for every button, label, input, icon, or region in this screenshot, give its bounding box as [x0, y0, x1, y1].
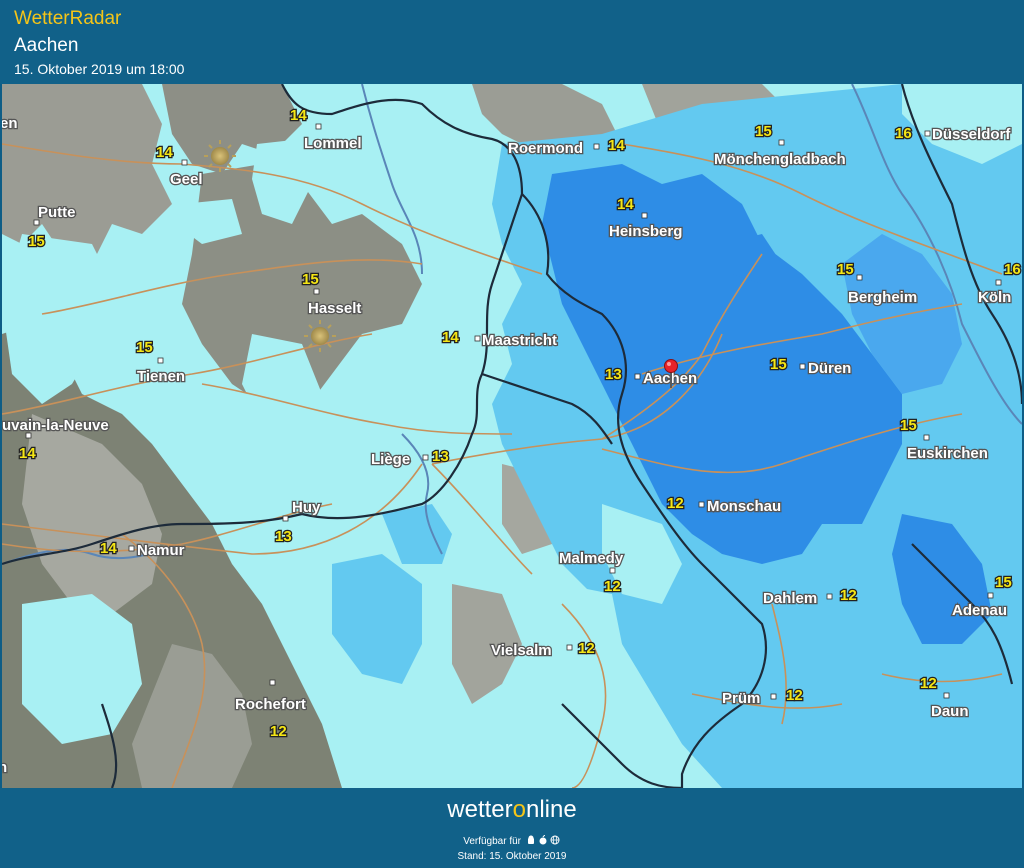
logo-part: o [512, 796, 526, 823]
city-label: Tienen [137, 368, 185, 385]
city-label: Lommel [304, 135, 362, 152]
platform-icons [527, 835, 560, 845]
temp-label: 15 [136, 339, 153, 356]
temp-label: 13 [605, 366, 622, 383]
temp-label: 15 [995, 574, 1012, 591]
city-label: Namur [137, 542, 185, 559]
temp-label: 14 [100, 540, 117, 557]
city-label: Dahlem [763, 590, 817, 607]
city-label: Düren [808, 360, 851, 377]
city-label: Rochefort [235, 696, 306, 713]
temp-label: 14 [19, 445, 36, 462]
city-label: Monschau [707, 498, 781, 515]
temp-label: 14 [608, 137, 625, 154]
city-label: Daun [931, 703, 969, 720]
forecast-datetime: 15. Oktober 2019 um 18:00 [14, 61, 185, 77]
city-label: Roermond [508, 140, 583, 157]
temp-label: 15 [837, 261, 854, 278]
city-label: Liège [371, 451, 410, 468]
availability-text: Verfügbar für [463, 836, 522, 847]
temp-label: 14 [442, 329, 459, 346]
city-label: Bergheim [848, 289, 917, 306]
city-label: Düsseldorf [932, 126, 1011, 143]
temp-label: 12 [270, 723, 287, 740]
city-label: Vielsalm [491, 642, 552, 659]
radar-map[interactable]: Lommel 14 Geel 14 Putte 15 Hasselt 15 Ti… [2, 84, 1022, 788]
temp-label: 12 [920, 675, 937, 692]
data-status: Stand: 15. Oktober 2019 [457, 851, 567, 862]
city-vielsalm: Vielsalm 12 [490, 639, 596, 661]
city-label: Adenau [952, 602, 1007, 619]
app-title: WetterRadar [14, 8, 122, 29]
edge-label: en [2, 115, 18, 132]
city-label: Prüm [722, 690, 760, 707]
city-label: Euskirchen [907, 445, 988, 462]
web-icon[interactable] [550, 835, 560, 845]
city-label: Köln [978, 289, 1011, 306]
temp-label: 14 [617, 196, 634, 213]
temp-label: 12 [604, 578, 621, 595]
header-bar: WetterRadar Aachen 15. Oktober 2019 um 1… [0, 0, 1024, 84]
city-label: Malmedy [559, 550, 624, 567]
wetterradar-app: WetterRadar Aachen 15. Oktober 2019 um 1… [0, 0, 1024, 868]
android-icon[interactable] [527, 835, 534, 845]
temp-label: 15 [770, 356, 787, 373]
city-label: Heinsberg [609, 223, 682, 240]
logo-part: wetter [447, 796, 513, 823]
wetteronline-logo[interactable]: wetteronline [0, 796, 1024, 824]
city-label: Geel [170, 171, 203, 188]
temp-label: 14 [290, 107, 307, 124]
city-label: Huy [292, 499, 321, 516]
location-name: Aachen [14, 35, 79, 56]
apple-icon[interactable] [539, 835, 547, 845]
temp-label: 13 [275, 528, 292, 545]
footer-bar: wetteronline Verfügbar für Stand: 15. Ok… [0, 788, 1024, 868]
temp-label: 12 [578, 640, 595, 657]
city-label: Putte [38, 204, 76, 221]
availability-line: Verfügbar für [0, 835, 1024, 847]
temp-label: 15 [28, 233, 45, 250]
city-label: uvain-la-Neuve [2, 417, 109, 434]
logo-part: nline [526, 796, 577, 823]
temp-label: 15 [755, 123, 772, 140]
city-label: Mönchengladbach [714, 151, 846, 168]
temp-label: 12 [840, 587, 857, 604]
temp-label: 15 [900, 417, 917, 434]
temp-label: 13 [432, 448, 449, 465]
edge-label: n [2, 759, 7, 776]
city-label: Maastricht [482, 332, 557, 349]
city-namur: Namur 14 [99, 539, 186, 561]
temp-label: 15 [302, 271, 319, 288]
temp-label: 16 [1004, 261, 1021, 278]
temp-label: 14 [156, 144, 173, 161]
temp-label: 16 [895, 125, 912, 142]
temp-label: 12 [786, 687, 803, 704]
temp-label: 12 [667, 495, 684, 512]
city-label: Hasselt [308, 300, 361, 317]
